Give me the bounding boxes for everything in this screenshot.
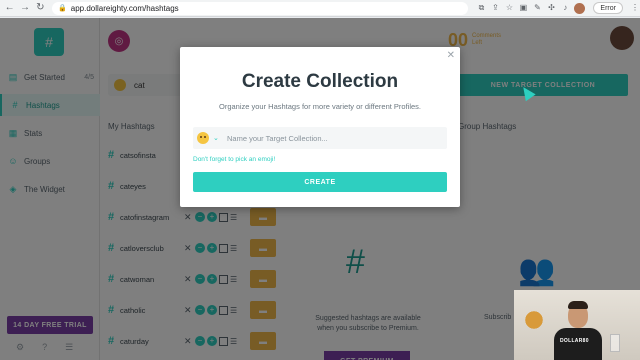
pen-icon[interactable]: ✎ [532, 3, 542, 13]
screenshot-icon[interactable]: ⧉ [476, 3, 486, 13]
presenter-hair [568, 301, 588, 309]
menu-icon[interactable]: ⋮ [630, 3, 640, 13]
error-button[interactable]: Error [593, 2, 623, 14]
reload-icon[interactable]: ↻ [35, 2, 46, 14]
glass-icon [610, 334, 620, 352]
modal-subtitle: Organize your Hashtags for more variety … [218, 102, 422, 111]
close-icon[interactable]: ✕ [447, 50, 455, 61]
lock-icon: 🔒 [58, 5, 67, 12]
modal-title: Create Collection [241, 71, 399, 92]
emoji-reminder[interactable]: Don't forget to pick an emoji! [193, 156, 275, 163]
plant-icon [522, 308, 546, 338]
create-button[interactable]: CREATE [193, 172, 447, 192]
url-text: app.dollareighty.com/hashtags [70, 3, 179, 13]
webcam-overlay: DOLLAR80 [514, 290, 640, 360]
chevron-down-icon[interactable]: ⌄ [213, 134, 221, 142]
profile-avatar[interactable] [574, 2, 586, 14]
collection-name-field: ⌄ [193, 127, 447, 149]
media-icon[interactable]: ♪ [560, 3, 570, 13]
presenter-body [554, 328, 602, 360]
shirt-text: DOLLAR80 [560, 338, 589, 344]
forward-icon[interactable]: → [19, 2, 30, 14]
emoji-picker-icon[interactable] [197, 132, 209, 144]
back-icon[interactable]: ← [4, 2, 15, 14]
star-icon[interactable]: ☆ [504, 3, 514, 13]
create-collection-modal: ✕ Create Collection Organize your Hashta… [180, 47, 460, 207]
share-icon[interactable]: ⇪ [490, 3, 500, 13]
collection-name-input[interactable] [227, 133, 427, 143]
browser-toolbar: ← → ↻ 🔒 app.dollareighty.com/hashtags ⧉ … [0, 0, 640, 17]
extension-icon[interactable]: ▣ [518, 3, 528, 13]
puzzle-icon[interactable]: ✣ [546, 3, 556, 13]
address-bar[interactable]: 🔒 app.dollareighty.com/hashtags [52, 1, 469, 15]
